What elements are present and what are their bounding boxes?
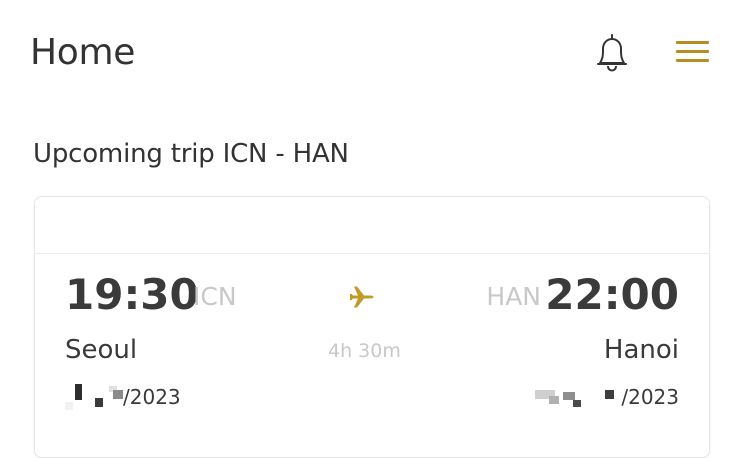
menu-line (676, 59, 709, 62)
menu-line (676, 50, 709, 53)
departure-time: 19:30 (65, 270, 199, 319)
departure-date: /2023 (65, 382, 181, 412)
upcoming-trip-card[interactable]: 19:30 ICN HAN 22:00 Seoul 4h 30m Hanoi /… (34, 196, 710, 458)
arrival-airport-code: HAN (486, 282, 541, 311)
hamburger-menu-icon[interactable] (673, 37, 711, 67)
top-header: Home (0, 0, 743, 100)
arrival-date: /2023 (535, 382, 679, 412)
page-title: Home (30, 32, 136, 73)
flight-duration: 4h 30m (328, 340, 401, 362)
bell-icon[interactable] (592, 30, 632, 74)
menu-line (676, 41, 709, 44)
departure-city: Seoul (65, 335, 138, 365)
arrival-city: Hanoi (603, 335, 679, 365)
card-divider (35, 253, 709, 254)
redacted-date (535, 382, 621, 412)
departure-date-year: /2023 (123, 385, 181, 409)
arrival-time: 22:00 (545, 270, 679, 319)
upcoming-trip-title: Upcoming trip ICN - HAN (33, 139, 349, 169)
arrival-date-year: /2023 (621, 385, 679, 409)
redacted-date (65, 382, 123, 412)
departure-airport-code: ICN (193, 282, 237, 311)
airplane-icon (347, 282, 377, 312)
